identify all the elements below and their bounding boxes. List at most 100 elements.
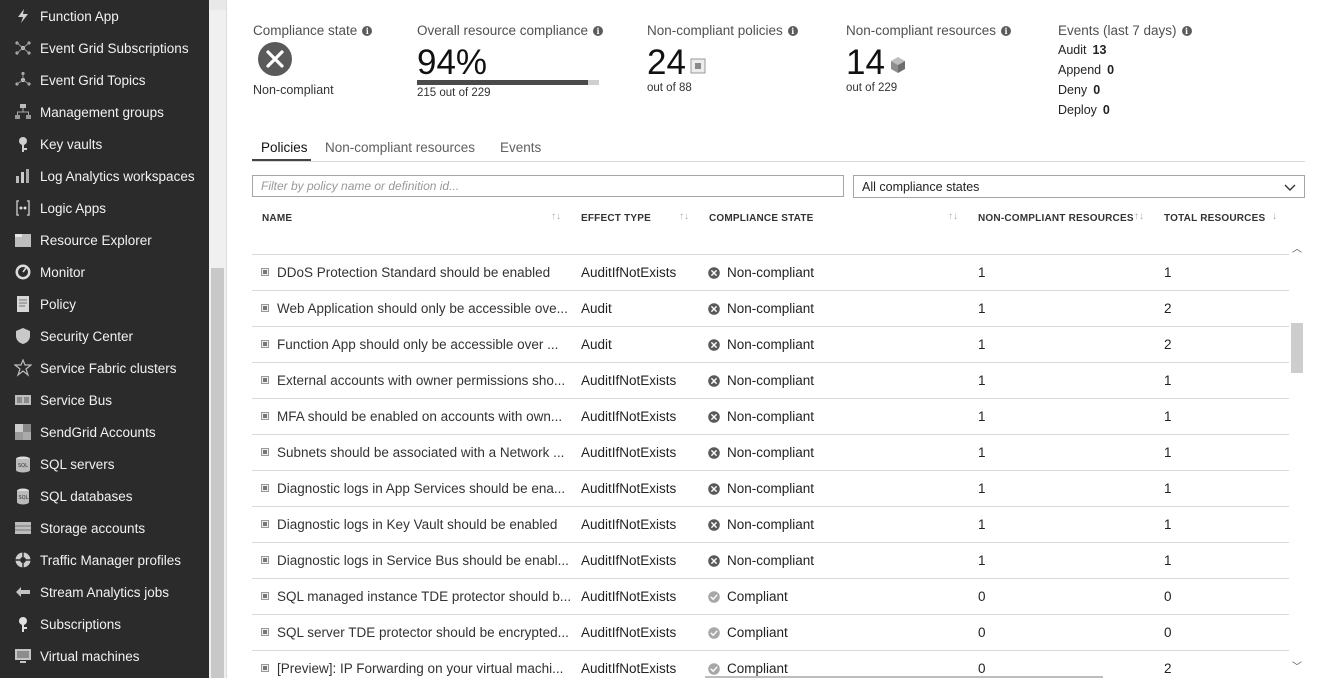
sidebar-item-key-vaults[interactable]: Key vaults (0, 128, 209, 160)
noncompliant-policies-count: 24 (647, 43, 686, 82)
policy-name[interactable]: [Preview]: IP Forwarding on your virtual… (277, 661, 563, 676)
sidebar-scrollbar[interactable] (209, 0, 227, 678)
policy-name[interactable]: Web Application should only be accessibl… (277, 301, 568, 316)
sidebar-item-sql-databases[interactable]: SQL SQL databases (0, 480, 209, 512)
sidebar-item-stream-analytics-jobs[interactable]: Stream Analytics jobs (0, 576, 209, 608)
sidebar-item-storage-accounts[interactable]: Storage accounts (0, 512, 209, 544)
sort-icon[interactable]: ↑↓ (551, 211, 561, 222)
table-row[interactable]: SQL server TDE protector should be encry… (252, 614, 1289, 651)
noncompliant-resources-count: 1 (978, 553, 986, 568)
table-scroll-thumb[interactable] (1291, 323, 1303, 373)
scroll-up-arrow[interactable]: ︿ (1292, 240, 1302, 255)
table-row[interactable]: DDoS Protection Standard should be enabl… (252, 254, 1289, 291)
policy-name[interactable]: Diagnostic logs in Service Bus should be… (277, 553, 569, 568)
tab-events[interactable]: Events (500, 140, 541, 155)
noncompliant-resources-count: 0 (978, 661, 986, 676)
events-deploy-row: Deploy 0 (1058, 103, 1110, 117)
compliance-state-text: Non-compliant (727, 301, 815, 316)
table-row[interactable]: Web Application should only be accessibl… (252, 290, 1289, 327)
sidebar-item-service-bus[interactable]: Service Bus (0, 384, 209, 416)
table-row[interactable]: Subnets should be associated with a Netw… (252, 434, 1289, 471)
policy-icon (261, 520, 269, 528)
sidebar-item-service-fabric-clusters[interactable]: Service Fabric clusters (0, 352, 209, 384)
sidebar-item-logic-apps[interactable]: Logic Apps (0, 192, 209, 224)
policy-name[interactable]: Diagnostic logs in Key Vault should be e… (277, 517, 557, 532)
column-header-effect-type[interactable]: EFFECT TYPE (581, 213, 651, 224)
table-row[interactable]: External accounts with owner permissions… (252, 362, 1289, 399)
tab-policies[interactable]: Policies (261, 140, 308, 155)
compliance-progress-fill (417, 80, 589, 85)
sidebar-item-event-grid-topics[interactable]: Event Grid Topics (0, 64, 209, 96)
sort-icon[interactable]: ↑↓ (948, 211, 958, 222)
sidebar-item-event-grid-subscriptions[interactable]: Event Grid Subscriptions (0, 32, 209, 64)
table-row[interactable]: MFA should be enabled on accounts with o… (252, 398, 1289, 435)
policy-icon (14, 295, 32, 313)
table-row[interactable]: Function App should only be accessible o… (252, 326, 1289, 363)
compliance-state-label-text: Compliance state (253, 23, 358, 38)
service-fabric-icon (14, 359, 32, 377)
sidebar-item-function-app[interactable]: Function App (0, 0, 209, 32)
sidebar-item-label: Security Center (40, 328, 134, 344)
table-row[interactable]: Diagnostic logs in Service Bus should be… (252, 542, 1289, 579)
policy-name[interactable]: Diagnostic logs in App Services should b… (277, 481, 565, 496)
policy-name[interactable]: SQL managed instance TDE protector shoul… (277, 589, 571, 604)
sidebar-scroll-thumb[interactable] (211, 268, 224, 678)
scroll-up-arrow[interactable] (209, 0, 226, 10)
column-header-compliance-state[interactable]: COMPLIANCE STATE (709, 213, 814, 224)
policy-name[interactable]: External accounts with owner permissions… (277, 373, 565, 388)
sort-descending-icon[interactable]: ↓ (1272, 211, 1277, 222)
info-icon[interactable]: i (1001, 25, 1012, 36)
table-row[interactable]: [Preview]: IP Forwarding on your virtual… (252, 650, 1289, 687)
sidebar-item-traffic-manager-profiles[interactable]: Traffic Manager profiles (0, 544, 209, 576)
table-row[interactable]: SQL managed instance TDE protector shoul… (252, 578, 1289, 615)
policy-name[interactable]: Subnets should be associated with a Netw… (277, 445, 564, 460)
sidebar-item-log-analytics-workspaces[interactable]: Log Analytics workspaces (0, 160, 209, 192)
sidebar-item-label: Service Bus (40, 392, 113, 408)
compliance-state: Compliant (708, 661, 788, 676)
info-icon[interactable]: i (1181, 25, 1192, 36)
policy-name[interactable]: SQL server TDE protector should be encry… (277, 625, 569, 640)
sidebar-item-sendgrid-accounts[interactable]: SendGrid Accounts (0, 416, 209, 448)
total-resources-count: 2 (1164, 661, 1172, 676)
subscriptions-icon (14, 615, 32, 633)
sidebar-item-resource-explorer[interactable]: Resource Explorer (0, 224, 209, 256)
column-header-noncompliant-resources[interactable]: NON-COMPLIANT RESOURCES (978, 213, 1134, 224)
service-bus-icon (14, 391, 32, 409)
policy-filter-input[interactable] (252, 175, 844, 197)
sidebar-item-monitor[interactable]: Monitor (0, 256, 209, 288)
events-deploy-label: Deploy (1058, 103, 1097, 117)
policy-name[interactable]: DDoS Protection Standard should be enabl… (277, 265, 550, 280)
info-icon[interactable]: i (593, 25, 604, 36)
storage-accounts-icon (14, 519, 32, 537)
event-grid-topics-icon (14, 71, 32, 89)
tab-noncompliant-resources[interactable]: Non-compliant resources (325, 140, 475, 155)
effect-type: AuditIfNotExists (581, 373, 677, 388)
sort-icon[interactable]: ↑↓ (679, 211, 689, 222)
column-header-name[interactable]: NAME (262, 213, 292, 224)
sidebar-item-policy[interactable]: Policy (0, 288, 209, 320)
compliance-state: Non-compliant (708, 481, 814, 496)
policy-name[interactable]: MFA should be enabled on accounts with o… (277, 409, 562, 424)
table-row[interactable]: Diagnostic logs in Key Vault should be e… (252, 506, 1289, 543)
effect-type: AuditIfNotExists (581, 625, 677, 640)
table-scrollbar[interactable]: ︿ ﹀ (1290, 238, 1304, 678)
info-icon[interactable]: i (362, 25, 373, 36)
sidebar-item-sql-servers[interactable]: SQL SQL servers (0, 448, 209, 480)
sidebar-item-management-groups[interactable]: Management groups (0, 96, 209, 128)
sidebar-item-subscriptions[interactable]: Subscriptions (0, 608, 209, 640)
sidebar-item-virtual-machines[interactable]: Virtual machines (0, 640, 209, 672)
compliance-state-dropdown[interactable]: All compliance states (853, 175, 1305, 198)
column-header-total-resources[interactable]: TOTAL RESOURCES (1164, 213, 1265, 224)
overall-compliance-label-text: Overall resource compliance (417, 23, 589, 38)
table-row[interactable]: Diagnostic logs in App Services should b… (252, 470, 1289, 507)
sidebar-item-label: SendGrid Accounts (40, 424, 156, 440)
policy-name[interactable]: Function App should only be accessible o… (277, 337, 558, 352)
sidebar-item-security-center[interactable]: Security Center (0, 320, 209, 352)
log-analytics-icon (14, 167, 32, 185)
scroll-down-arrow[interactable]: ﹀ (1292, 658, 1302, 673)
total-resources-count: 1 (1164, 265, 1172, 280)
total-resources-count: 1 (1164, 409, 1172, 424)
info-icon[interactable]: i (787, 25, 798, 36)
noncompliant-resources-count: 1 (978, 265, 986, 280)
sort-icon[interactable]: ↑↓ (1134, 211, 1144, 222)
